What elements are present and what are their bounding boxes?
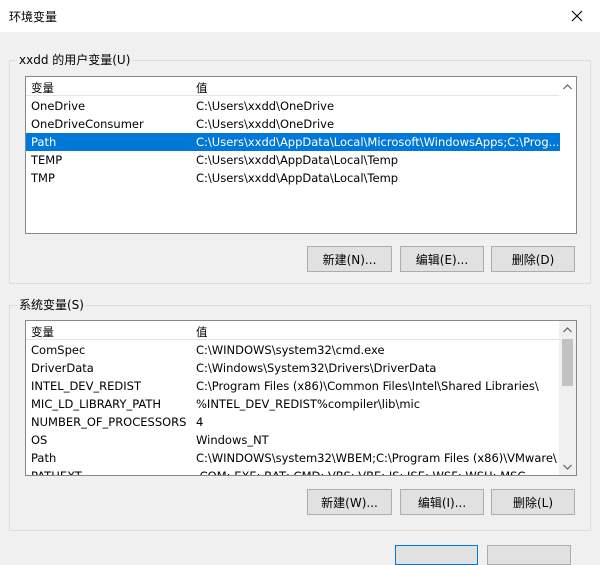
- list-item[interactable]: Path C:\Users\xxdd\AppData\Local\Microsof…: [26, 133, 560, 151]
- variable-value: C:\Users\xxdd\AppData\Local\Temp: [196, 153, 399, 167]
- system-vars-list[interactable]: 变量 值 ComSpec C:\WINDOWS\system32\cmd.exe D…: [25, 320, 577, 476]
- user-delete-button[interactable]: 删除(D): [491, 246, 575, 272]
- variable-value: %INTEL_DEV_REDIST%compiler\lib\mic: [196, 397, 421, 411]
- list-item[interactable]: OneDrive C:\Users\xxdd\OneDrive: [26, 97, 560, 115]
- variable-name: MIC_LD_LIBRARY_PATH: [31, 397, 162, 411]
- system-new-button[interactable]: 新建(W)...: [307, 489, 392, 515]
- scroll-up-button[interactable]: [559, 321, 576, 338]
- chevron-up-icon: [563, 326, 572, 332]
- column-header-variable[interactable]: 变量: [31, 324, 54, 340]
- list-item[interactable]: NUMBER_OF_PROCESSORS 4: [26, 413, 560, 431]
- variable-value: .COM;.EXE;.BAT;.CMD;.VBS;.VBE;.JS;.JSE;.…: [196, 469, 526, 476]
- list-item[interactable]: MIC_LD_LIBRARY_PATH %INTEL_DEV_REDIST%com…: [26, 395, 560, 413]
- variable-name: PATHEXT: [31, 469, 82, 476]
- title-bar: 环境变量: [0, 0, 600, 32]
- variable-value: C:\Program Files (x86)\Common Files\Inte…: [196, 379, 539, 393]
- variable-value: 4: [196, 415, 204, 429]
- column-header-value[interactable]: 值: [196, 324, 208, 340]
- column-header-value[interactable]: 值: [196, 80, 208, 96]
- variable-value: C:\Users\xxdd\OneDrive: [196, 99, 335, 113]
- window-title: 环境变量: [9, 10, 58, 24]
- list-item[interactable]: TEMP C:\Users\xxdd\AppData\Local\Temp: [26, 151, 560, 169]
- user-edit-button[interactable]: 编辑(E)...: [400, 246, 484, 272]
- system-edit-button[interactable]: 编辑(I)...: [400, 489, 484, 515]
- variable-value: C:\Windows\System32\Drivers\DriverData: [196, 361, 437, 375]
- chevron-down-icon: [563, 464, 572, 470]
- list-item[interactable]: TMP C:\Users\xxdd\AppData\Local\Temp: [26, 169, 560, 187]
- close-button[interactable]: [554, 0, 600, 32]
- variable-value: C:\Users\xxdd\OneDrive: [196, 117, 335, 131]
- chevron-up-icon: [563, 83, 572, 89]
- scroll-down-button[interactable]: [559, 458, 576, 475]
- user-new-button[interactable]: 新建(N)...: [307, 246, 392, 272]
- variable-name: OneDriveConsumer: [31, 117, 144, 131]
- variable-value: C:\Users\xxdd\AppData\Local\Microsoft\Wi…: [196, 135, 558, 149]
- variable-name: ComSpec: [31, 343, 86, 357]
- variable-value: C:\WINDOWS\system32\WBEM;C:\Program File…: [196, 451, 558, 465]
- system-delete-button[interactable]: 删除(L): [491, 489, 575, 515]
- list-item[interactable]: DriverData C:\Windows\System32\Drivers\Dr…: [26, 359, 560, 377]
- user-vars-scrollbar[interactable]: [559, 77, 576, 96]
- variable-name: OneDrive: [31, 99, 86, 113]
- user-vars-header: 变量 值: [26, 77, 576, 96]
- variable-name: NUMBER_OF_PROCESSORS: [31, 415, 187, 429]
- variable-name: Path: [31, 135, 57, 149]
- list-item[interactable]: OS Windows_NT: [26, 431, 560, 449]
- scroll-up-button[interactable]: [559, 78, 576, 95]
- variable-name: TEMP: [31, 153, 63, 167]
- list-item[interactable]: OneDriveConsumer C:\Users\xxdd\OneDrive: [26, 115, 560, 133]
- list-item[interactable]: PATHEXT .COM;.EXE;.BAT;.CMD;.VBS;.VBE;.JS…: [26, 467, 560, 476]
- column-header-variable[interactable]: 变量: [31, 80, 54, 96]
- variable-value: C:\WINDOWS\system32\cmd.exe: [196, 343, 385, 357]
- list-item[interactable]: INTEL_DEV_REDIST C:\Program Files (x86)\C…: [26, 377, 560, 395]
- ok-button[interactable]: [395, 545, 478, 565]
- cancel-button[interactable]: [487, 545, 571, 565]
- list-item[interactable]: Path C:\WINDOWS\system32\WBEM;C:\Program …: [26, 449, 560, 467]
- list-item[interactable]: ComSpec C:\WINDOWS\system32\cmd.exe: [26, 341, 560, 359]
- variable-value: C:\Users\xxdd\AppData\Local\Temp: [196, 171, 399, 185]
- variable-name: Path: [31, 451, 57, 465]
- variable-name: DriverData: [31, 361, 94, 375]
- close-icon: [571, 10, 583, 22]
- user-vars-label: xxdd 的用户变量(U): [17, 51, 133, 68]
- scrollbar-thumb[interactable]: [562, 339, 573, 386]
- system-vars-header: 变量 值: [26, 321, 576, 340]
- variable-name: OS: [31, 433, 48, 447]
- variable-name: TMP: [31, 171, 55, 185]
- variable-value: Windows_NT: [196, 433, 269, 447]
- system-vars-scrollbar[interactable]: [559, 321, 576, 475]
- user-vars-list[interactable]: 变量 值 OneDrive C:\Users\xxdd\OneDrive OneDr…: [25, 76, 577, 234]
- variable-name: INTEL_DEV_REDIST: [31, 379, 142, 393]
- system-vars-label: 系统变量(S): [17, 296, 86, 313]
